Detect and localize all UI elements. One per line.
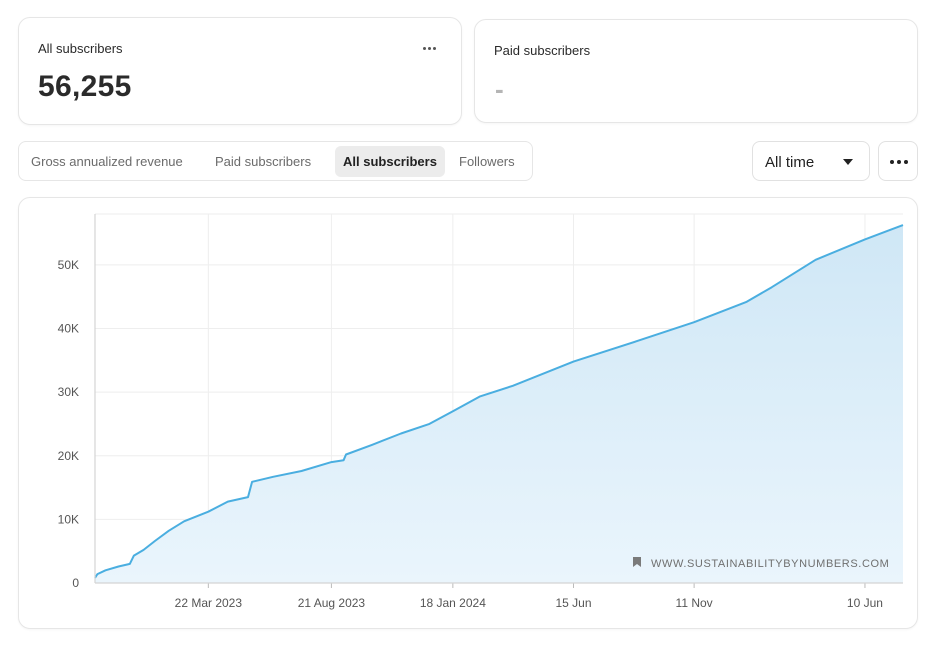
y-tick-label: 50K	[58, 258, 79, 272]
subscribers-chart: 0 10K 20K 30K 40K 50K 22 Mar 2023 21 Aug 2023 18…	[18, 197, 918, 629]
paid-subscribers-card: Paid subscribers -	[474, 19, 918, 123]
time-range-select[interactable]: All time	[752, 141, 870, 181]
watermark-text: WWW.SUSTAINABILITYBYNUMBERS.COM	[651, 558, 889, 570]
y-tick-label: 30K	[58, 385, 79, 399]
more-horizontal-icon[interactable]	[421, 40, 439, 54]
paid-subscribers-label: Paid subscribers	[494, 43, 591, 58]
chart-svg: 0 10K 20K 30K 40K 50K 22 Mar 2023 21 Aug 2023 18…	[58, 213, 904, 610]
subscribers-area	[95, 225, 903, 583]
more-horizontal-icon	[890, 160, 894, 164]
y-tick-label: 0	[72, 576, 79, 590]
x-tick-label: 18 Jan 2024	[420, 596, 486, 610]
tab-followers[interactable]: Followers	[451, 146, 523, 177]
paid-subscribers-value: -	[495, 74, 504, 104]
y-tick-label: 10K	[58, 512, 79, 526]
watermark: WWW.SUSTAINABILITYBYNUMBERS.COM	[633, 557, 889, 570]
tab-paid-subscribers[interactable]: Paid subscribers	[207, 146, 319, 177]
x-tick-label: 15 Jun	[555, 596, 591, 610]
all-subscribers-value: 56,255	[38, 70, 132, 103]
caret-down-icon	[843, 159, 853, 165]
time-range-label: All time	[765, 154, 815, 171]
all-subscribers-card: All subscribers 56,255	[18, 17, 462, 125]
more-options-button[interactable]	[878, 141, 918, 181]
tab-gross-annualized-revenue[interactable]: Gross annualized revenue	[23, 146, 191, 177]
all-subscribers-label: All subscribers	[38, 41, 123, 56]
tab-all-subscribers[interactable]: All subscribers	[335, 146, 445, 177]
y-tick-label: 20K	[58, 449, 79, 463]
metric-tabs: Gross annualized revenue Paid subscriber…	[18, 141, 533, 181]
x-tick-label: 10 Jun	[847, 596, 883, 610]
y-tick-label: 40K	[58, 322, 79, 336]
x-tick-label: 22 Mar 2023	[175, 596, 243, 610]
x-tick-label: 11 Nov	[676, 596, 713, 610]
x-tick-label: 21 Aug 2023	[298, 596, 366, 610]
